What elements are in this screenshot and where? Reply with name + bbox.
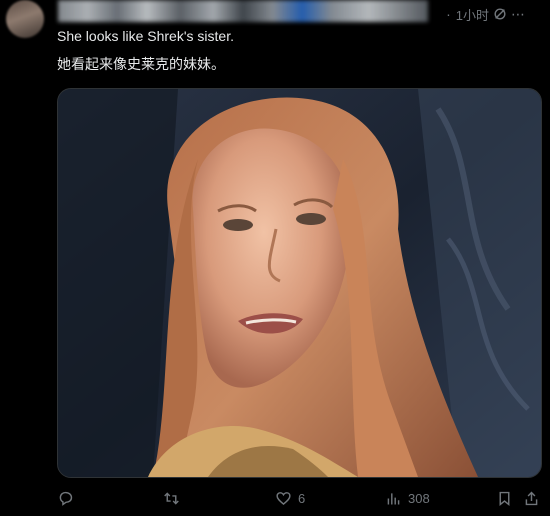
repost-icon	[164, 491, 179, 505]
action-bar: 6 308	[57, 488, 540, 508]
portrait-illustration	[58, 89, 541, 477]
share-icon	[525, 491, 538, 505]
like-button[interactable]: 6	[275, 490, 305, 507]
more-options-icon[interactable]: ⋯	[511, 6, 526, 23]
bookmark-icon	[499, 491, 510, 506]
avatar[interactable]	[6, 0, 44, 38]
views-icon	[387, 492, 400, 504]
repost-button[interactable]	[163, 490, 186, 507]
reply-button[interactable]	[57, 490, 80, 507]
bookmark-button[interactable]	[496, 490, 513, 507]
post-text-english: She looks like Shrek's sister.	[57, 28, 234, 44]
grok-icon[interactable]	[493, 7, 507, 21]
share-button[interactable]	[523, 490, 540, 507]
post-header: · 1小时 ⋯	[0, 0, 550, 38]
post-meta: · 1小时 ⋯	[446, 5, 526, 24]
post-time[interactable]: 1小时	[456, 5, 489, 24]
like-count: 6	[298, 490, 306, 506]
post-image[interactable]	[57, 88, 542, 478]
views-button[interactable]: 308	[385, 490, 430, 507]
blurred-user-name[interactable]	[58, 0, 428, 22]
views-count: 308	[408, 490, 430, 506]
post-text-chinese: 她看起来像史莱克的妹妹。	[57, 56, 225, 72]
reply-icon	[59, 491, 73, 506]
heart-icon	[276, 491, 291, 505]
separator-dot: ·	[446, 6, 452, 22]
